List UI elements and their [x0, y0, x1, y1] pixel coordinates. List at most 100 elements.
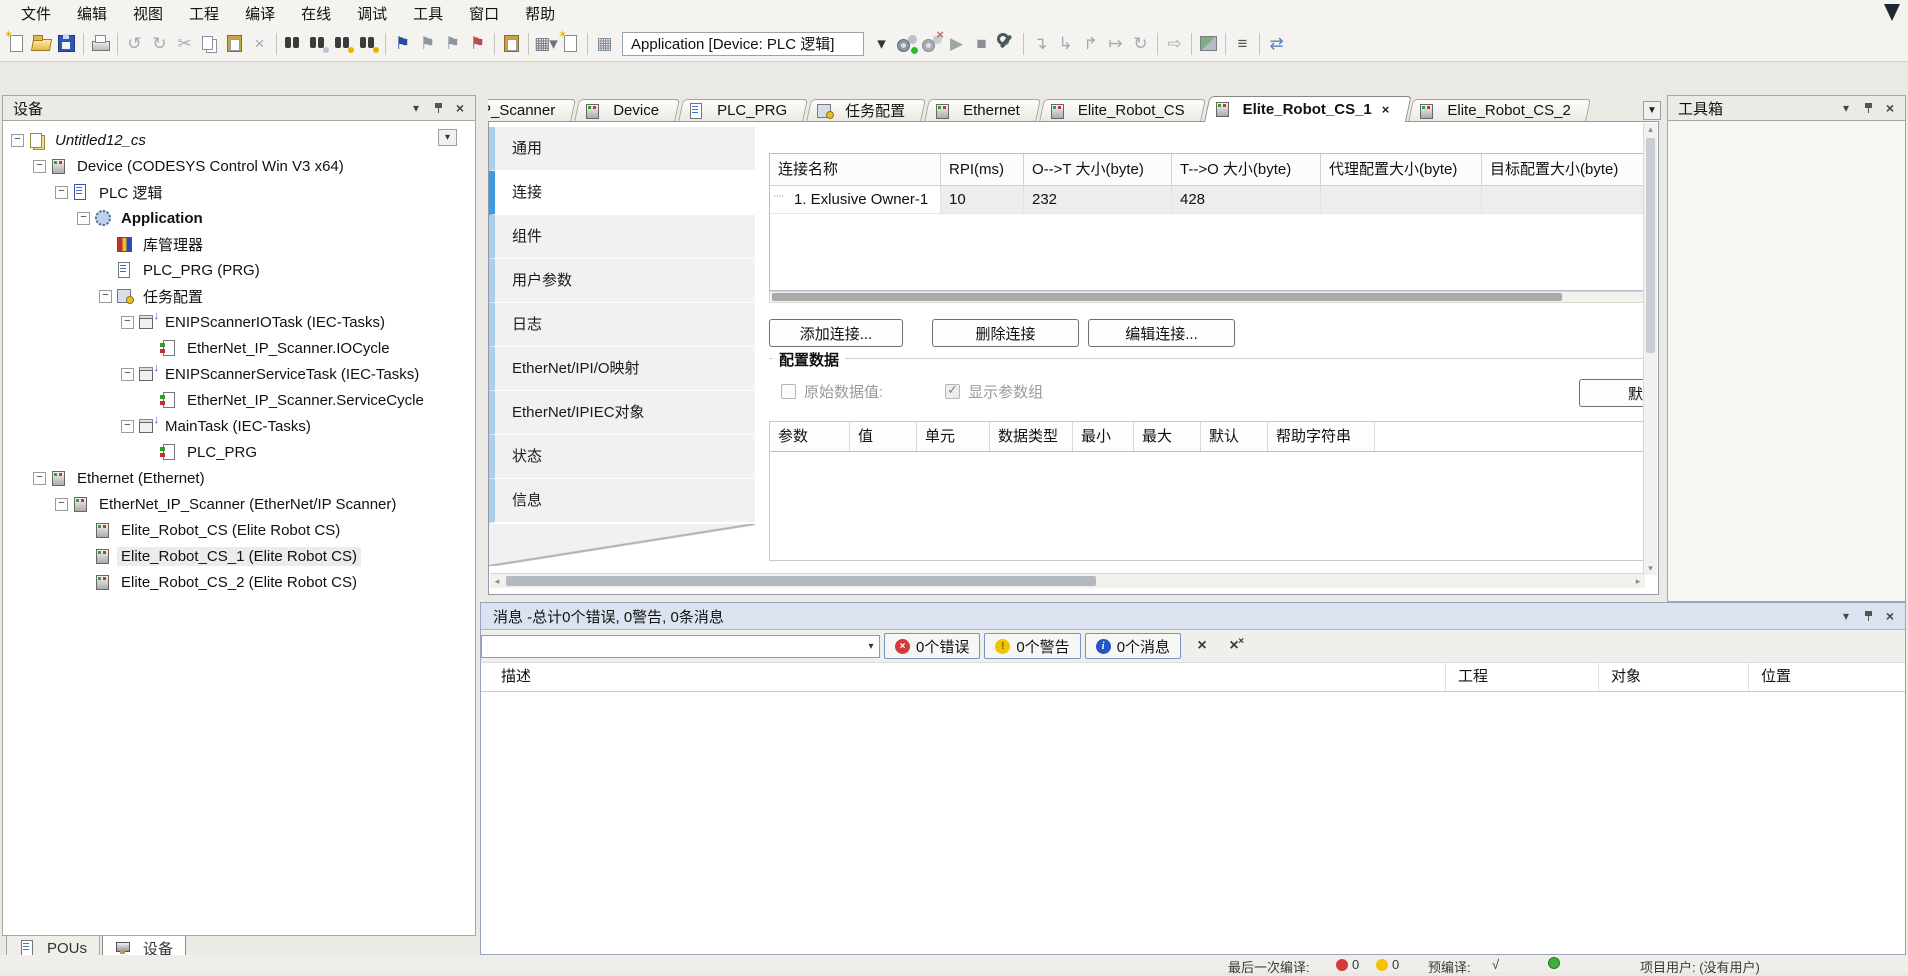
new-object-icon[interactable] [558, 31, 583, 56]
connections-cell[interactable]: 232 [1024, 186, 1172, 214]
tab-overflow-button[interactable] [1643, 101, 1661, 120]
parameters-column-header[interactable]: 帮助字符串 [1268, 422, 1375, 451]
connections-column-header[interactable]: O-->T 大小(byte) [1024, 154, 1172, 186]
expander-icon[interactable] [121, 420, 134, 433]
tree-item[interactable]: 任务配置 [91, 283, 475, 309]
errors-filter-button[interactable]: 0个错误 [884, 633, 980, 659]
editor-side-tab[interactable]: 信息 [489, 479, 755, 523]
scroll-up-icon[interactable] [1644, 123, 1657, 136]
menu-item[interactable]: 编辑 [64, 1, 120, 26]
connections-cell[interactable]: 10 [941, 186, 1024, 214]
start-icon[interactable]: ▶ [944, 31, 969, 56]
replace-in-project-icon[interactable] [356, 31, 381, 56]
restart-icon[interactable]: ↻ [1128, 31, 1153, 56]
menu-item[interactable]: 窗口 [456, 1, 512, 26]
editor-side-tab[interactable]: 用户参数 [489, 259, 755, 303]
parameters-column-header[interactable]: 最大 [1134, 422, 1201, 451]
find-icon[interactable] [281, 31, 306, 56]
print-icon[interactable] [88, 31, 113, 56]
watch-list-icon[interactable]: ≡ [1230, 31, 1255, 56]
connections-column-header[interactable]: RPI(ms) [941, 154, 1024, 186]
expander-icon[interactable] [121, 368, 134, 381]
tree-item[interactable]: Elite_Robot_CS_1 (Elite Robot CS) [69, 543, 475, 569]
panel-menu-icon[interactable] [1837, 608, 1855, 624]
bookmark-next-icon[interactable]: ⚑ [440, 31, 465, 56]
expander-icon[interactable] [77, 212, 90, 225]
messages-column-header[interactable]: 工程 [1445, 663, 1598, 691]
show-parameter-groups-checkbox[interactable] [945, 384, 960, 399]
expander-icon[interactable] [55, 498, 68, 511]
messages-column-header[interactable]: 对象 [1598, 663, 1748, 691]
scroll-right-icon[interactable] [1631, 574, 1645, 588]
document-tab[interactable]: Device [574, 99, 675, 122]
messages-filter-button[interactable]: 0个消息 [1085, 633, 1181, 659]
stop-icon[interactable]: ■ [969, 31, 994, 56]
tree-item[interactable]: MainTask (IEC-Tasks) [113, 413, 475, 439]
step-out-icon[interactable]: ↱ [1078, 31, 1103, 56]
menu-item[interactable]: 帮助 [512, 1, 568, 26]
connections-column-header[interactable]: 代理配置大小(byte) [1321, 154, 1482, 186]
warnings-filter-button[interactable]: 0个警告 [984, 633, 1080, 659]
scrollbar-thumb[interactable] [772, 293, 1562, 301]
parameters-column-header[interactable]: 参数 [770, 422, 850, 451]
application-selector[interactable]: Application [Device: PLC 逻辑] [622, 32, 864, 56]
close-icon[interactable] [1881, 100, 1899, 116]
expander-icon[interactable] [55, 186, 68, 199]
panel-menu-icon[interactable] [1837, 100, 1855, 116]
close-icon[interactable] [1881, 608, 1899, 624]
document-tab[interactable]: PLC_PRG [678, 99, 803, 122]
connections-column-header[interactable]: 连接名称 [770, 154, 941, 186]
scroll-left-icon[interactable] [490, 574, 504, 588]
editor-hscrollbar[interactable] [490, 573, 1645, 588]
document-tab[interactable]: Elite_Robot_CS [1039, 99, 1201, 122]
tree-item[interactable]: Elite_Robot_CS_2 (Elite Robot CS) [69, 569, 475, 595]
table-dropdown-icon[interactable]: ▦▾ [533, 31, 558, 56]
editor-vscrollbar[interactable] [1643, 123, 1657, 575]
document-tab[interactable]: P_Scanner [488, 99, 571, 122]
replace-icon[interactable] [306, 31, 331, 56]
step-into-icon[interactable]: ↳ [1053, 31, 1078, 56]
tree-item[interactable]: PLC_PRG (PRG) [91, 257, 475, 283]
tree-item[interactable]: Ethernet (Ethernet) [25, 465, 475, 491]
tree-dropdown-button[interactable] [438, 129, 457, 146]
logout-icon[interactable] [919, 31, 944, 56]
expander-icon[interactable] [11, 134, 24, 147]
connections-cell[interactable] [1321, 186, 1482, 214]
save-icon[interactable] [54, 31, 79, 56]
tree-item[interactable]: PLC_PRG [135, 439, 475, 465]
connections-cell[interactable] [1482, 186, 1643, 214]
parameters-column-header[interactable]: 默认 [1201, 422, 1268, 451]
step-over-icon[interactable]: ↴ [1028, 31, 1053, 56]
parameters-column-header[interactable]: 最小 [1073, 422, 1134, 451]
expander-icon[interactable] [33, 472, 46, 485]
menu-item[interactable]: 编译 [232, 1, 288, 26]
tree-item[interactable]: EtherNet_IP_Scanner.ServiceCycle [135, 387, 475, 413]
tree-item[interactable]: Untitled12_cs [3, 127, 475, 153]
login-icon[interactable] [894, 31, 919, 56]
connection-action-button[interactable]: 编辑连接... [1088, 319, 1235, 347]
copy-format-icon[interactable] [499, 31, 524, 56]
expander-icon[interactable] [99, 290, 112, 303]
editor-side-tab[interactable]: EtherNet/IPI/O映射 [489, 347, 755, 391]
clear-all-messages-icon[interactable] [1223, 635, 1245, 657]
build-icon[interactable]: ▦ [592, 31, 617, 56]
scroll-down-icon[interactable] [1644, 562, 1657, 575]
undo-icon[interactable]: ↺ [122, 31, 147, 56]
clear-message-icon[interactable] [1191, 635, 1213, 657]
open-project-icon[interactable] [29, 31, 54, 56]
pin-icon[interactable] [1859, 100, 1877, 116]
copy-icon[interactable] [197, 31, 222, 56]
editor-side-tab[interactable]: 通用 [489, 127, 755, 171]
connection-action-button[interactable]: 添加连接... [769, 319, 903, 347]
parameters-column-header[interactable]: 单元 [917, 422, 990, 451]
delete-icon[interactable]: × [247, 31, 272, 56]
tree-item[interactable]: Application [69, 205, 475, 231]
editor-side-tab[interactable]: 连接 [489, 171, 755, 215]
document-tab[interactable]: 任务配置 [806, 99, 921, 122]
document-tab[interactable]: Elite_Robot_CS_2 [1408, 99, 1586, 122]
tree-item[interactable]: Elite_Robot_CS (Elite Robot CS) [69, 517, 475, 543]
expander-icon[interactable] [121, 316, 134, 329]
dropdown-arrow-icon[interactable]: ▾ [869, 31, 894, 56]
connections-column-header[interactable]: 目标配置大小(byte) [1482, 154, 1643, 186]
tree-item[interactable]: Device (CODESYS Control Win V3 x64) [25, 153, 475, 179]
